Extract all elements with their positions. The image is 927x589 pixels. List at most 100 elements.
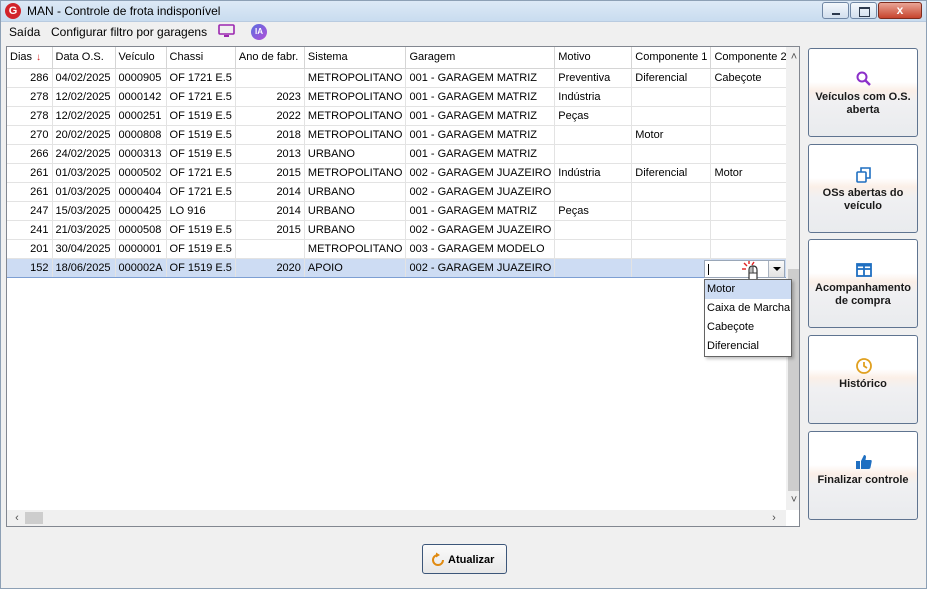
table-cell[interactable]: 0000142 [115,87,167,107]
table-cell[interactable]: METROPOLITANO [304,87,407,107]
column-header-componente-1[interactable]: Componente 1 [631,47,712,69]
scroll-right-icon[interactable]: › [766,510,782,526]
table-cell[interactable]: Diferencial [631,163,712,183]
table-cell[interactable]: 2014 [235,182,305,202]
table-cell[interactable]: 2015 [235,220,305,240]
table-cell[interactable] [631,257,712,278]
table-cell[interactable]: Indústria [554,163,633,183]
clock-action-button[interactable]: Histórico [808,335,918,424]
table-cell[interactable]: 0000313 [115,144,167,164]
table-cell[interactable]: 003 - GARAGEM MODELO [405,239,556,259]
copy-action-button[interactable]: OSs abertas do veículo [808,144,918,233]
scroll-up-icon[interactable]: ˄ [786,49,799,65]
table-cell[interactable]: 001 - GARAGEM MATRIZ [405,87,556,107]
table-cell[interactable] [554,257,633,278]
table-cell[interactable]: 001 - GARAGEM MATRIZ [405,144,556,164]
table-cell[interactable] [631,239,712,259]
thumbs-up-action-button[interactable]: Finalizar controle [808,431,918,520]
table-cell[interactable] [710,106,792,126]
table-cell[interactable]: 247 [7,201,53,221]
column-header-dias[interactable]: Dias ↓ [7,47,53,69]
table-cell[interactable]: METROPOLITANO [304,106,407,126]
table-cell[interactable] [554,125,633,145]
table-row[interactable]: 270 20/02/2025 0000808 OF 1519 E.5 2018 METRO… [7,125,792,145]
table-cell[interactable] [631,144,712,164]
table-cell[interactable]: 001 - GARAGEM MATRIZ [405,125,556,145]
ia-assistant-icon[interactable]: IA [251,24,267,40]
table-cell[interactable]: URBANO [304,220,407,240]
table-cell[interactable] [554,144,633,164]
table-cell[interactable]: Indústria [554,87,633,107]
table-cell[interactable]: 261 [7,163,53,183]
table-row[interactable]: 278 12/02/2025 0000142 OF 1721 E.5 2023 METRO… [7,87,792,107]
table-row[interactable]: 278 12/02/2025 0000251 OF 1519 E.5 2022 METRO… [7,106,792,126]
table-cell[interactable] [631,201,712,221]
table-cell[interactable] [631,220,712,240]
table-cell[interactable]: LO 916 [166,201,236,221]
dropdown-option[interactable]: Caixa de Marcha [705,299,791,318]
table-cell[interactable]: Diferencial [631,68,712,88]
table-cell[interactable]: OF 1721 E.5 [166,163,236,183]
table-row[interactable]: 152 18/06/2025 000002A OF 1519 E.5 2020 APOIO… [7,257,792,278]
table-cell[interactable]: 0000404 [115,182,167,202]
close-button[interactable]: x [878,2,922,19]
table-cell[interactable]: 001 - GARAGEM MATRIZ [405,106,556,126]
table-cell[interactable]: 002 - GARAGEM JUAZEIRO [405,257,556,278]
table-cell[interactable]: 2023 [235,87,305,107]
table-cell[interactable] [710,125,792,145]
table-cell[interactable] [554,182,633,202]
table-cell[interactable]: 2014 [235,201,305,221]
table-cell[interactable]: 201 [7,239,53,259]
table-cell[interactable]: Peças [554,106,633,126]
table-cell[interactable]: 2018 [235,125,305,145]
table-cell[interactable]: 2022 [235,106,305,126]
dropdown-arrow-icon[interactable] [768,261,784,277]
table-row[interactable]: 261 01/03/2025 0000502 OF 1721 E.5 2015 METRO… [7,163,792,183]
table-cell[interactable]: Motor [631,125,712,145]
table-cell[interactable]: 002 - GARAGEM JUAZEIRO [405,163,556,183]
table-cell[interactable]: 001 - GARAGEM MATRIZ [405,68,556,88]
refresh-button[interactable]: Atualizar [422,544,507,574]
table-cell[interactable]: 152 [7,257,53,278]
table-cell[interactable]: 0000502 [115,163,167,183]
table-cell[interactable]: 278 [7,106,53,126]
table-cell[interactable]: APOIO [304,257,407,278]
table-cell[interactable]: OF 1721 E.5 [166,87,236,107]
table-cell[interactable]: 15/03/2025 [52,201,116,221]
menu-exit[interactable]: Saída [9,25,40,39]
table-cell[interactable]: URBANO [304,144,407,164]
table-cell[interactable]: 30/04/2025 [52,239,116,259]
table-cell[interactable]: 0000251 [115,106,167,126]
table-row[interactable]: 266 24/02/2025 0000313 OF 1519 E.5 2013 URBAN… [7,144,792,164]
table-cell[interactable] [631,87,712,107]
column-header-chassi[interactable]: Chassi [166,47,236,69]
column-header-ano-de-fabr[interactable]: Ano de fabr. [235,47,305,69]
table-cell[interactable] [710,201,792,221]
table-cell[interactable]: 286 [7,68,53,88]
table-cell[interactable]: 001 - GARAGEM MATRIZ [405,201,556,221]
table-cell[interactable]: 21/03/2025 [52,220,116,240]
table-cell[interactable]: 18/06/2025 [52,257,116,278]
table-cell[interactable]: 000002A [115,257,167,278]
table-cell[interactable]: 2020 [235,257,305,278]
table-cell[interactable] [710,239,792,259]
fleet-grid[interactable]: Dias ↓ Data O.S. Veículo Chassi Ano de fabr. S… [6,46,800,527]
table-row[interactable]: 247 15/03/2025 0000425 LO 916 2014 URBANO 001 … [7,201,792,221]
table-cell[interactable]: 270 [7,125,53,145]
table-cell[interactable] [631,182,712,202]
table-row[interactable]: 241 21/03/2025 0000508 OF 1519 E.5 2015 URBAN… [7,220,792,240]
table-cell[interactable] [554,220,633,240]
scroll-left-icon[interactable]: ‹ [9,510,25,526]
table-cell[interactable]: 2013 [235,144,305,164]
table-cell[interactable]: OF 1721 E.5 [166,182,236,202]
column-header-sistema[interactable]: Sistema [304,47,407,69]
maximize-button[interactable] [850,2,877,19]
table-cell[interactable]: 01/03/2025 [52,163,116,183]
menu-configure-filter[interactable]: Configurar filtro por garagens [51,25,207,39]
table-row[interactable]: 261 01/03/2025 0000404 OF 1721 E.5 2014 URBAN… [7,182,792,202]
table-cell[interactable] [554,239,633,259]
table-row[interactable]: 286 04/02/2025 0000905 OF 1721 E.5 METROPOLI… [7,68,792,88]
table-cell[interactable]: OF 1519 E.5 [166,144,236,164]
column-header-componente-2[interactable]: Componente 2 [710,47,792,69]
table-cell[interactable] [235,68,305,88]
